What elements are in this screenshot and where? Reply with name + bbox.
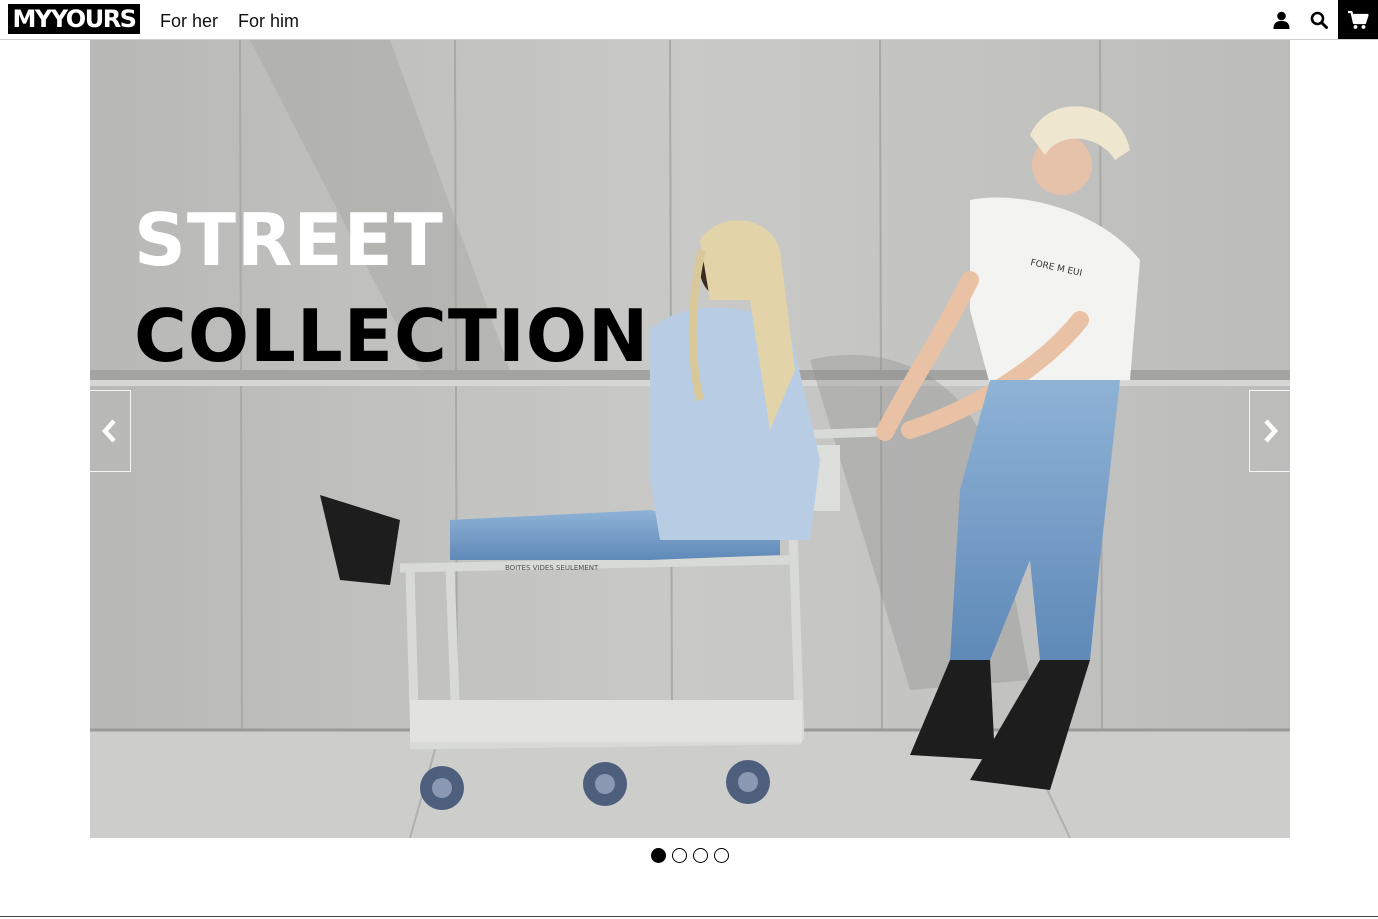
cart-sign-text: BOITES VIDES SEULEMENT xyxy=(505,564,599,572)
slider-dot-1[interactable] xyxy=(651,848,666,863)
hero-title-collection: COLLECTION xyxy=(134,294,650,378)
page-divider xyxy=(0,916,1378,917)
site-header: MYYOURS For her For him xyxy=(0,0,1378,40)
cart-button[interactable] xyxy=(1338,0,1378,39)
slider-next-button[interactable] xyxy=(1249,390,1290,472)
brand-logo-text: MYYOURS xyxy=(12,5,137,33)
account-button[interactable] xyxy=(1262,0,1300,39)
header-actions xyxy=(1262,0,1378,39)
hero-slider: FORE M EUI BOITES VIDES SEULEMENT STREET… xyxy=(90,40,1290,838)
brand-logo[interactable]: MYYOURS xyxy=(8,4,140,34)
slider-dot-4[interactable] xyxy=(714,848,729,863)
chevron-right-icon xyxy=(1264,419,1278,443)
hero-image: FORE M EUI BOITES VIDES SEULEMENT xyxy=(90,40,1290,838)
main-nav: For her For him xyxy=(160,9,299,33)
slider-pagination xyxy=(651,848,729,863)
search-icon xyxy=(1310,11,1328,29)
cart-icon xyxy=(1348,10,1369,29)
slider-dot-3[interactable] xyxy=(693,848,708,863)
hero-title-street: STREET xyxy=(134,198,444,282)
nav-item-for-him[interactable]: For him xyxy=(238,9,299,33)
chevron-left-icon xyxy=(102,419,116,443)
user-icon xyxy=(1273,11,1289,29)
search-button[interactable] xyxy=(1300,0,1338,39)
nav-item-for-her[interactable]: For her xyxy=(160,9,218,33)
slider-prev-button[interactable] xyxy=(90,390,131,472)
slider-dot-2[interactable] xyxy=(672,848,687,863)
